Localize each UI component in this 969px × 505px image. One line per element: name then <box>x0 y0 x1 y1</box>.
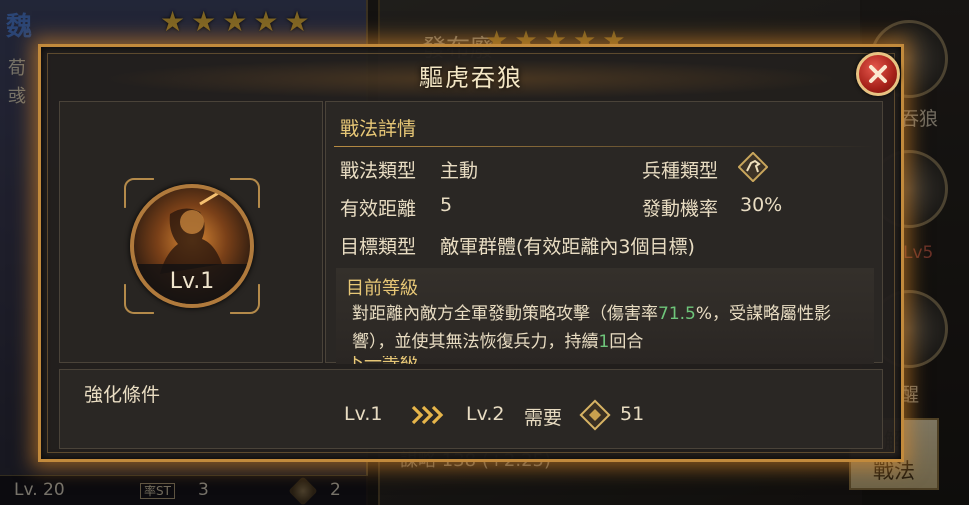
triple-chevron-icon <box>411 405 444 425</box>
skill-point-icon <box>579 399 611 431</box>
cavalry-icon <box>738 152 768 182</box>
dialog-title: 驅虎吞狼 <box>419 64 523 92</box>
target-type-label: 目標類型 <box>340 236 417 258</box>
upgrade-cost: 51 <box>620 403 645 425</box>
desc-text: 對距離內敵方全軍發動策略攻擊（傷害率 <box>352 304 658 324</box>
details-heading: 戰法詳情 <box>340 118 417 140</box>
upgrade-conditions-label: 強化條件 <box>84 384 161 406</box>
duration-turns: 1 <box>598 332 610 352</box>
current-level: Lv.1 <box>344 403 383 425</box>
troop-type-label: 兵種類型 <box>642 160 719 182</box>
close-button[interactable] <box>856 52 900 96</box>
requirement-label: 需要 <box>524 407 563 429</box>
skill-emblem: Lv.1 <box>124 178 260 314</box>
close-icon <box>869 65 887 83</box>
upgrade-conditions-panel: 強化條件 Lv.1 Lv.2 需要 51 <box>59 369 883 449</box>
heading-divider <box>334 146 874 147</box>
skill-icon-panel: Lv.1 <box>59 101 323 363</box>
skill-portrait-icon: Lv.1 <box>130 184 254 308</box>
next-level: Lv.2 <box>466 403 505 425</box>
current-level-heading: 目前等級 <box>346 278 418 299</box>
range-value: 5 <box>440 194 453 216</box>
skill-details-panel[interactable]: 戰法詳情 戰法類型 主動 兵種類型 有效距離 5 發動機率 30% 目標類型 敵… <box>325 101 883 364</box>
damage-rate: 71.5 <box>658 304 696 324</box>
skill-type-value: 主動 <box>440 160 479 182</box>
current-level-description: 對距離內敵方全軍發動策略攻擊（傷害率71.5%，受謀略屬性影響），並使其無法恢復… <box>352 300 872 356</box>
next-level-heading: 下一等級 <box>346 356 418 364</box>
target-type-value: 敵軍群體(有效距離內3個目標) <box>440 236 695 258</box>
range-label: 有效距離 <box>340 198 417 220</box>
activation-rate-value: 30% <box>740 194 783 216</box>
activation-rate-label: 發動機率 <box>642 198 719 220</box>
skill-type-label: 戰法類型 <box>340 160 417 182</box>
desc-text: 回合 <box>609 332 644 352</box>
skill-level-band: Lv.1 <box>134 264 250 304</box>
skill-detail-dialog: 驅虎吞狼 Lv.1 戰法詳情 戰法類型 主動 兵種類型 有效距離 5 發動機率 … <box>38 44 904 462</box>
